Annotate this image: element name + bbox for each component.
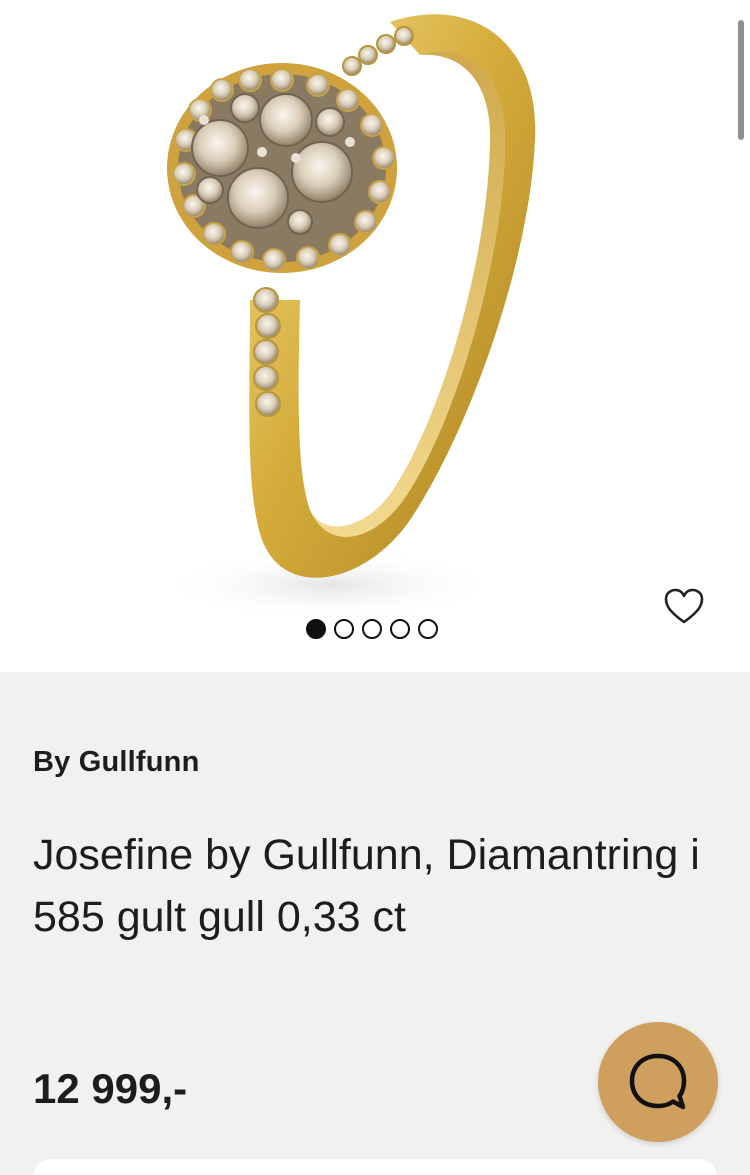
chat-button[interactable] — [598, 1022, 718, 1142]
chat-bubble-icon — [629, 1053, 687, 1110]
product-title: Josefine by Gullfunn, Diamantring i 585 … — [33, 831, 700, 941]
gallery-dot-2[interactable] — [334, 619, 354, 639]
gallery-dot-3[interactable] — [362, 619, 382, 639]
gallery-dot-4[interactable] — [390, 619, 410, 639]
bottom-card — [33, 1159, 717, 1175]
product-image-ring — [160, 14, 536, 620]
gallery-pagination — [306, 619, 438, 639]
heart-outline-icon — [664, 588, 704, 624]
product-price: 12 999,- — [33, 1065, 188, 1112]
scrollbar[interactable] — [738, 20, 744, 140]
product-brand[interactable]: By Gullfunn — [33, 746, 200, 779]
gallery-dot-5[interactable] — [418, 619, 438, 639]
product-image-gallery[interactable] — [0, 0, 750, 672]
gallery-dot-1[interactable] — [306, 619, 326, 639]
favorite-button[interactable] — [660, 584, 708, 630]
